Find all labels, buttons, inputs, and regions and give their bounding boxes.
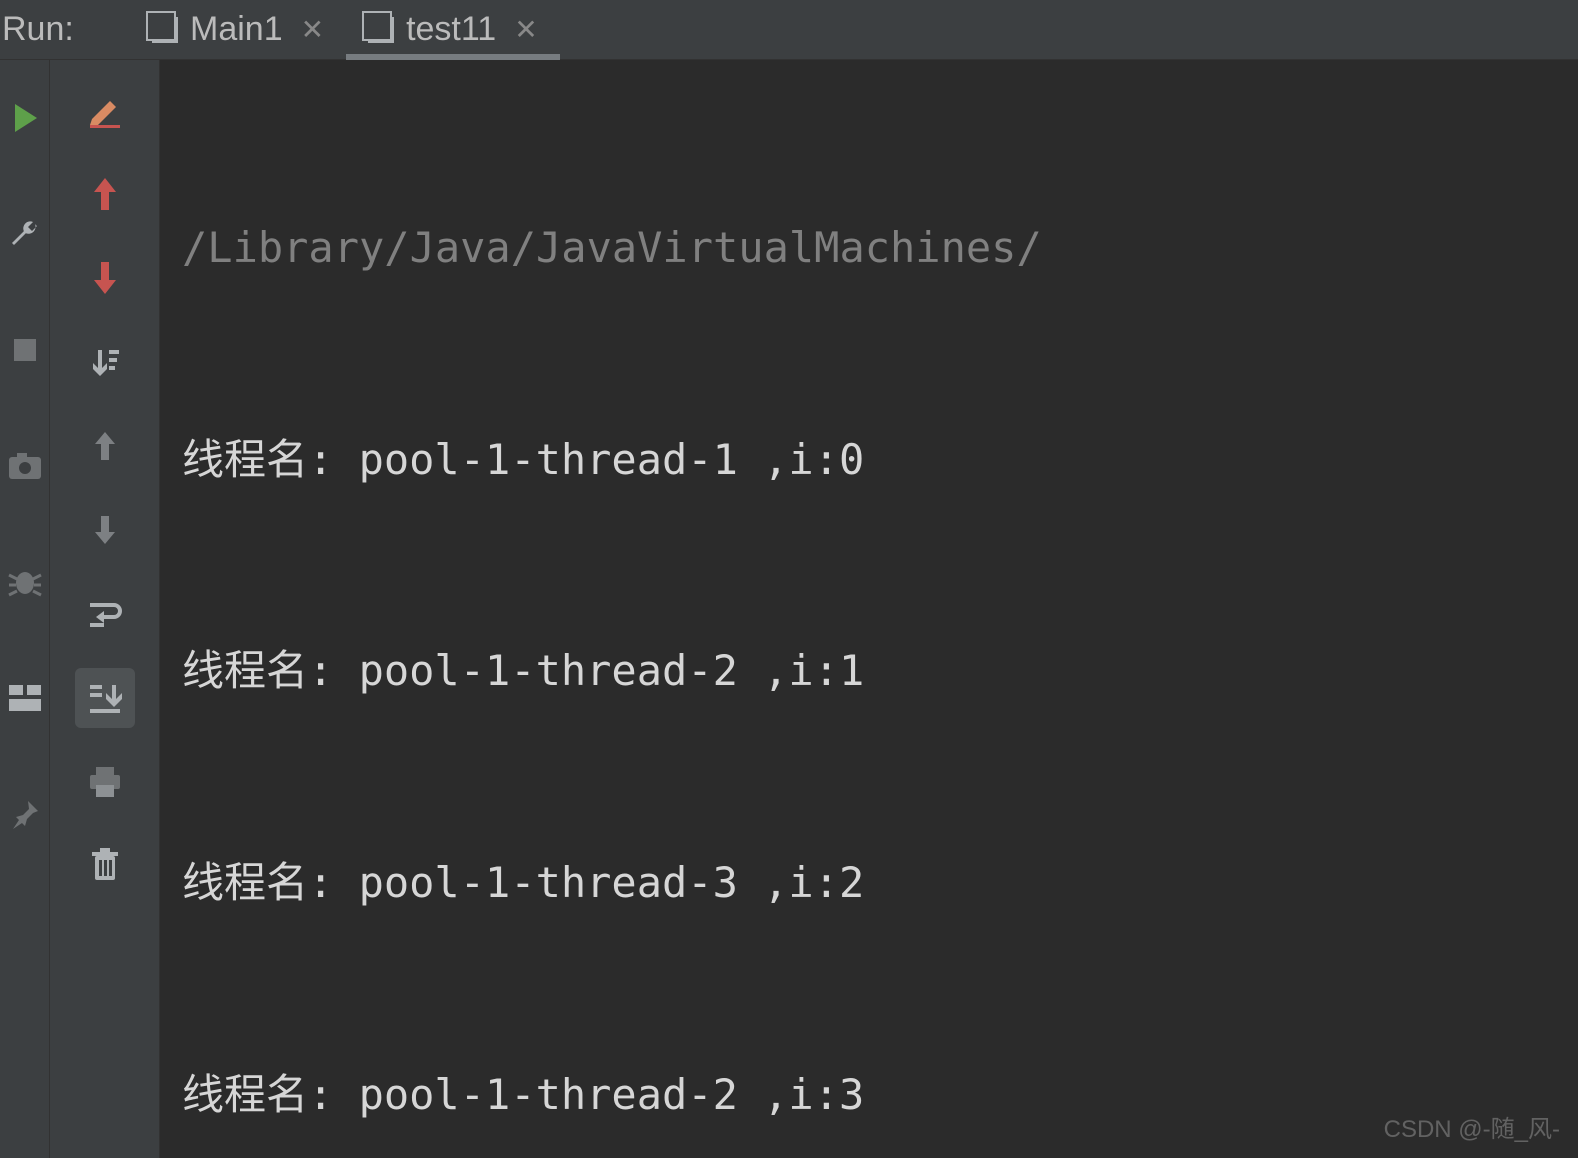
window-icon <box>368 17 394 43</box>
print-icon[interactable] <box>75 752 135 812</box>
console-output[interactable]: /Library/Java/JavaVirtualMachines/ 线程名: … <box>160 60 1578 1158</box>
pin-icon[interactable] <box>0 784 55 844</box>
bug-icon[interactable] <box>0 552 55 612</box>
tab-label: test11 <box>406 10 496 49</box>
run-panel-body: /Library/Java/JavaVirtualMachines/ 线程名: … <box>0 60 1578 1158</box>
up-arrow-gray-icon[interactable] <box>75 416 135 476</box>
tab-label: Main1 <box>190 10 283 49</box>
close-icon[interactable]: ✕ <box>301 13 324 46</box>
down-arrow-icon[interactable] <box>75 248 135 308</box>
down-arrow-gray-icon[interactable] <box>75 500 135 560</box>
console-path: /Library/Java/JavaVirtualMachines/ <box>182 213 1578 284</box>
soft-wrap-icon[interactable] <box>75 584 135 644</box>
camera-icon[interactable] <box>0 436 55 496</box>
window-icon <box>152 17 178 43</box>
wrench-icon[interactable] <box>0 204 55 264</box>
console-line: 线程名: pool-1-thread-1 ,i:0 <box>182 425 1578 496</box>
tab-test11[interactable]: test11 ✕ <box>346 0 560 59</box>
close-icon[interactable]: ✕ <box>514 13 537 46</box>
run-tab-bar: Run: Main1 ✕ test11 ✕ <box>0 0 1578 60</box>
console-line: 线程名: pool-1-thread-2 ,i:3 <box>182 1060 1578 1131</box>
trash-icon[interactable] <box>75 836 135 896</box>
sort-icon[interactable] <box>75 332 135 392</box>
left-gutter <box>0 60 50 1158</box>
stop-icon[interactable] <box>0 320 55 380</box>
watermark: CSDN @-随_风- <box>1384 1109 1560 1144</box>
run-icon[interactable] <box>0 88 55 148</box>
scroll-to-end-icon[interactable] <box>75 668 135 728</box>
tab-main1[interactable]: Main1 ✕ <box>130 0 346 59</box>
console-line: 线程名: pool-1-thread-2 ,i:1 <box>182 636 1578 707</box>
clear-icon[interactable] <box>75 80 135 140</box>
console-toolbar <box>50 60 160 1158</box>
up-arrow-icon[interactable] <box>75 164 135 224</box>
layout-icon[interactable] <box>0 668 55 728</box>
run-label: Run: <box>0 10 130 49</box>
run-tabs: Main1 ✕ test11 ✕ <box>130 0 560 59</box>
console-line: 线程名: pool-1-thread-3 ,i:2 <box>182 848 1578 919</box>
